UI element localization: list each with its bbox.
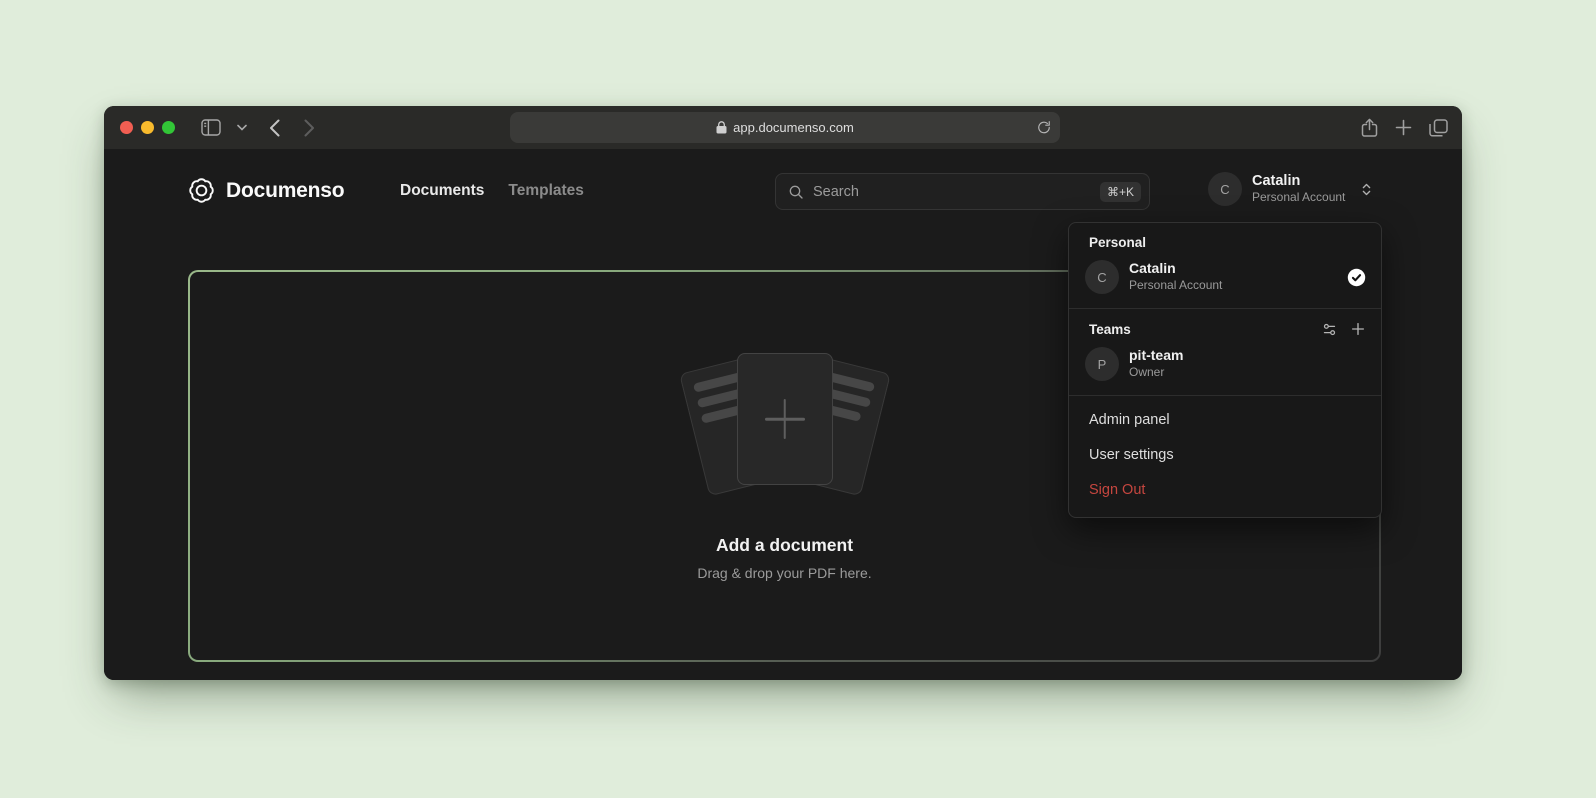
search-input[interactable] [813,184,1100,200]
account-menu-trigger[interactable]: C Catalin Personal Account [1208,172,1374,206]
team-item-name: pit-team [1129,347,1183,365]
brand[interactable]: Documenso [188,177,344,204]
forward-button[interactable] [304,119,315,137]
search-bar[interactable]: ⌘+K [775,173,1150,210]
check-circle-icon [1347,268,1366,287]
account-menu: Personal C Catalin Personal Account [1068,222,1382,518]
menu-item-admin-panel[interactable]: Admin panel [1069,403,1381,438]
search-shortcut-badge: ⌘+K [1100,182,1141,202]
lock-icon [716,121,727,134]
sidebar-toggle-icon[interactable] [201,119,221,136]
account-name: Catalin [1252,173,1345,190]
team-item-role: Owner [1129,365,1183,381]
personal-section: Personal C Catalin Personal Account [1069,223,1381,308]
teams-section: Teams [1069,309,1381,395]
chevron-down-icon[interactable] [237,124,247,131]
search-icon [788,184,804,200]
new-tab-icon[interactable] [1395,119,1412,136]
menu-items: Admin panel User settings Sign Out [1069,396,1381,517]
personal-account-item[interactable]: C Catalin Personal Account [1085,260,1366,294]
team-item[interactable]: P pit-team Owner [1085,347,1366,381]
avatar: C [1208,172,1242,206]
app-content: Documenso Documents Templates ⌘+K C [104,149,1462,680]
chevrons-up-down-icon [1359,182,1374,197]
account-subtitle: Personal Account [1252,190,1345,206]
close-window-button[interactable] [120,121,133,134]
document-card-front [737,353,833,485]
fullscreen-window-button[interactable] [162,121,175,134]
account-item-name: Catalin [1129,260,1222,278]
desktop-background: app.documenso.com [0,0,1596,798]
manage-teams-icon[interactable] [1322,322,1337,337]
menu-item-sign-out[interactable]: Sign Out [1069,473,1381,508]
back-button[interactable] [269,119,280,137]
avatar: P [1085,347,1119,381]
browser-window: app.documenso.com [104,106,1462,680]
tab-overview-icon[interactable] [1429,119,1448,137]
dropzone-subtitle: Drag & drop your PDF here. [697,565,871,581]
url-text: app.documenso.com [733,120,854,135]
documenso-logo-icon [188,177,215,204]
nav-documents[interactable]: Documents [400,182,484,200]
personal-section-label: Personal [1085,235,1366,250]
minimize-window-button[interactable] [141,121,154,134]
avatar: C [1085,260,1119,294]
nav-templates[interactable]: Templates [508,182,584,200]
brand-name: Documenso [226,179,344,203]
address-bar[interactable]: app.documenso.com [510,112,1060,143]
reload-icon[interactable] [1037,120,1051,135]
main-nav: Documents Templates [400,182,584,200]
plus-icon [765,399,805,439]
create-team-icon[interactable] [1350,321,1366,337]
share-icon[interactable] [1361,118,1378,138]
documents-illustration [685,351,885,501]
dropzone-title: Add a document [716,535,853,556]
account-item-subtitle: Personal Account [1129,278,1222,294]
traffic-lights [120,121,175,134]
teams-section-label: Teams [1085,322,1131,337]
menu-item-user-settings[interactable]: User settings [1069,438,1381,473]
browser-titlebar: app.documenso.com [104,106,1462,149]
